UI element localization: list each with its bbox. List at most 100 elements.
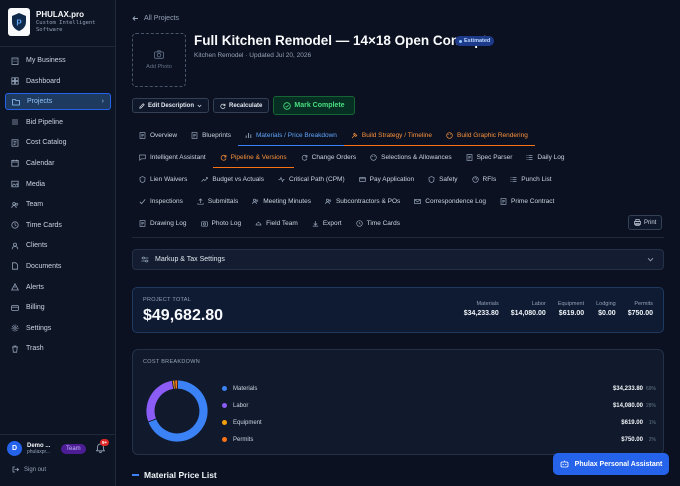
project-total-label: PROJECT TOTAL <box>143 297 192 303</box>
cost-breakdown-legend: Materials $34,233.80 69% Labor $14,080.00 28%… <box>222 380 656 448</box>
edit-description-button[interactable]: Edit Description <box>132 98 210 113</box>
tab-submittals[interactable]: Submittals <box>190 190 245 212</box>
pulse-icon <box>278 176 285 183</box>
tab-meeting-minutes[interactable]: Meeting Minutes <box>245 190 318 212</box>
sidebar-item-alerts[interactable]: Alerts <box>5 279 111 296</box>
sidebar-item-team[interactable]: Team <box>5 196 111 213</box>
tab-punch-list[interactable]: Punch List <box>503 168 558 190</box>
legend-item-equipment: Equipment $619.00 1% <box>222 414 656 431</box>
sidebar-item-documents[interactable]: Documents <box>5 258 111 275</box>
user-profile[interactable]: D Demo ... phulaxpr... <box>7 441 50 456</box>
legend-label: Permits <box>233 436 254 443</box>
tab-field-team[interactable]: Field Team <box>248 212 305 234</box>
camera-icon <box>154 50 164 59</box>
cost-breakdown-label: COST BREAKDOWN <box>143 359 200 365</box>
tab-pay-application[interactable]: Pay Application <box>352 168 421 190</box>
sign-out-icon <box>12 466 19 473</box>
sidebar-item-calendar[interactable]: Calendar <box>5 155 111 172</box>
personal-assistant-button[interactable]: Phulax Personal Assistant <box>553 453 669 475</box>
sidebar-item-billing[interactable]: Billing <box>5 299 111 316</box>
tab-row5: Drawing Log Photo Log Field Team Export Time… <box>132 212 672 234</box>
list-icon <box>510 176 517 183</box>
stat-value: $34,233.80 <box>463 310 499 317</box>
tab-rfis[interactable]: RFIs <box>465 168 504 190</box>
sidebar-item-label: Trash <box>26 345 44 353</box>
sliders-icon <box>141 256 149 263</box>
tab-overview[interactable]: Overview <box>132 124 184 146</box>
tab-inspections[interactable]: Inspections <box>132 190 190 212</box>
tab-materials-price-breakdown[interactable]: Materials / Price Breakdown <box>238 124 344 146</box>
tab-selections-allowances[interactable]: Selections & Allowances <box>363 146 458 168</box>
sign-out-button[interactable]: Sign out <box>12 466 46 473</box>
catalog-icon <box>10 138 19 147</box>
doc-icon <box>500 197 507 205</box>
sidebar-item-media[interactable]: Media <box>5 176 111 193</box>
sidebar-item-projects[interactable]: Projects › <box>5 93 111 111</box>
brand[interactable]: P PHULAX.pro Custom Intelligent Software <box>8 8 96 36</box>
tab-change-orders[interactable]: Change Orders <box>294 146 363 168</box>
tab-drawing-log[interactable]: Drawing Log <box>132 212 194 234</box>
sidebar-item-label: Projects <box>27 98 53 106</box>
sidebar-item-cost-catalog[interactable]: Cost Catalog <box>5 134 111 151</box>
cost-breakdown-card: COST BREAKDOWN Materials $34,233.80 69% Lab… <box>132 349 664 455</box>
trend-icon <box>201 176 209 183</box>
sidebar-item-label: Documents <box>26 262 62 270</box>
tab-lien-waivers[interactable]: Lien Waivers <box>132 168 194 190</box>
tab-correspondence-log[interactable]: Correspondence Log <box>407 190 493 212</box>
arrow-left-icon <box>132 15 139 22</box>
legend-value: $750.00 <box>621 436 643 443</box>
sidebar-item-time-cards[interactable]: Time Cards <box>5 217 111 234</box>
users-icon <box>325 198 332 205</box>
sidebar-item-label: Clients <box>26 242 48 250</box>
sidebar-item-dashboard[interactable]: Dashboard <box>5 73 111 90</box>
print-button[interactable]: Print <box>628 215 663 230</box>
tab-export[interactable]: Export <box>305 212 349 234</box>
tab-safety[interactable]: Safety <box>421 168 464 190</box>
legend-item-materials: Materials $34,233.80 69% <box>222 380 656 397</box>
donut-slice-labor[interactable] <box>145 379 175 423</box>
avatar: D <box>7 441 22 456</box>
clock-icon <box>10 221 19 230</box>
stat-value: $750.00 <box>627 310 653 317</box>
project-subtitle: Kitchen Remodel · Updated Jul 20, 2026 <box>194 52 312 59</box>
sidebar-nav: My Business Dashboard Projects › Bid Pipelin… <box>5 52 111 361</box>
tab-build-strategy-timeline[interactable]: Build Strategy / Timeline <box>343 124 440 146</box>
stat-label: Materials <box>476 301 499 307</box>
sidebar-item-my-business[interactable]: My Business <box>5 52 111 69</box>
hardhat-icon <box>255 220 262 227</box>
back-link[interactable]: All Projects <box>132 15 179 22</box>
sidebar-item-clients[interactable]: Clients <box>5 237 111 254</box>
legend-item-labor: Labor $14,080.00 28% <box>222 397 656 414</box>
doc-icon <box>191 131 198 139</box>
tab-time-cards[interactable]: Time Cards <box>349 212 407 234</box>
material-price-list-heading: Material Price List <box>132 470 217 480</box>
tab-row1: Overview Blueprints Materials / Price Brea… <box>132 124 672 146</box>
tab-daily-log[interactable]: Daily Log <box>519 146 571 168</box>
tab-pipeline-versions[interactable]: Pipeline & Versions <box>212 146 294 168</box>
sidebar-item-label: Billing <box>26 304 45 312</box>
tab-subcontractors-pos[interactable]: Subcontractors & POs <box>318 190 407 212</box>
legend-item-permits: Permits $750.00 2% <box>222 431 656 448</box>
camera-icon <box>200 220 208 227</box>
tab-blueprints[interactable]: Blueprints <box>184 124 238 146</box>
gear-icon <box>10 324 19 333</box>
list-icon <box>526 154 533 161</box>
stat-value: $0.00 <box>598 310 616 317</box>
tab-critical-path-cpm[interactable]: Critical Path (CPM) <box>271 168 352 190</box>
tab-photo-log[interactable]: Photo Log <box>194 212 249 234</box>
tab-budget-vs-actuals[interactable]: Budget vs Actuals <box>194 168 271 190</box>
status-badge: Estimated <box>455 36 495 46</box>
sidebar-item-settings[interactable]: Settings <box>5 320 111 337</box>
tab-intelligent-assistant[interactable]: Intelligent Assistant <box>132 146 213 168</box>
tab-spec-parser[interactable]: Spec Parser <box>459 146 520 168</box>
tab-prime-contract[interactable]: Prime Contract <box>493 190 561 212</box>
tab-build-graphic-rendering[interactable]: Build Graphic Rendering <box>439 124 535 146</box>
add-photo-button[interactable]: Add Photo <box>132 33 186 87</box>
sidebar-item-trash[interactable]: Trash <box>5 340 111 357</box>
mark-complete-button[interactable]: Mark Complete <box>273 96 355 115</box>
sidebar-item-bid-pipeline[interactable]: Bid Pipeline <box>5 114 111 131</box>
recalculate-button[interactable]: Recalculate <box>213 98 270 113</box>
sidebar-item-label: Media <box>26 180 46 188</box>
donut-slice-permits[interactable] <box>174 379 179 390</box>
markup-settings-toggle[interactable]: Markup & Tax Settings <box>132 249 664 270</box>
